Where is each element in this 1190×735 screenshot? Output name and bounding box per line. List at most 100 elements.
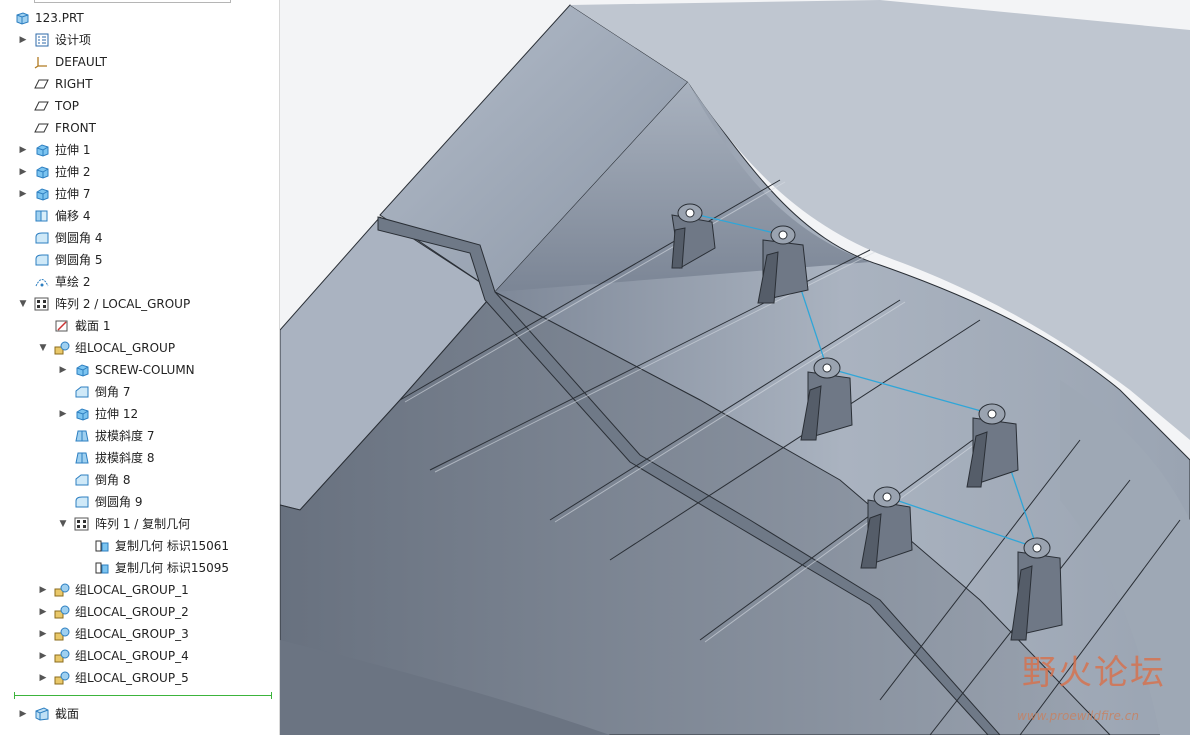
tree-item[interactable]: 倒圆角 9 — [0, 492, 279, 512]
tree-item-label: 偏移 4 — [55, 209, 91, 223]
draft-icon — [74, 451, 90, 465]
tree-item[interactable]: RIGHT — [0, 74, 279, 94]
datum-plane-icon — [34, 99, 50, 113]
round-icon — [34, 231, 50, 245]
tree-item[interactable]: 复制几何 标识15061 — [0, 536, 279, 556]
group-icon — [54, 605, 70, 619]
tree-search-input[interactable] — [34, 0, 231, 3]
tree-item[interactable]: ▶ 组LOCAL_GROUP_2 — [0, 602, 279, 622]
chevron-right-icon[interactable]: ▶ — [38, 602, 48, 622]
extrude-icon — [74, 407, 90, 421]
tree-item-label: 拔模斜度 8 — [95, 451, 155, 465]
extrude-icon — [74, 363, 90, 377]
tree-item-label: 拔模斜度 7 — [95, 429, 155, 443]
offset-icon — [34, 209, 50, 223]
chevron-right-icon[interactable]: ▶ — [58, 404, 68, 424]
sketch-icon — [34, 275, 50, 289]
tree-item[interactable]: TOP — [0, 96, 279, 116]
tree-item[interactable]: ▶ 设计项 — [0, 30, 279, 50]
tree-item[interactable]: ▶ 拉伸 2 — [0, 162, 279, 182]
datum-plane-icon — [34, 121, 50, 135]
tree-item[interactable]: 倒圆角 5 — [0, 250, 279, 270]
tree-item[interactable]: ▼ 阵列 1 / 复制几何 — [0, 514, 279, 534]
tree-item[interactable]: 偏移 4 — [0, 206, 279, 226]
tree-item-label: 组LOCAL_GROUP_4 — [75, 649, 189, 663]
tree-item[interactable]: ▶ 拉伸 12 — [0, 404, 279, 424]
chevron-down-icon[interactable]: ▼ — [58, 514, 68, 534]
tree-item-section[interactable]: ▶ 截面 — [0, 704, 279, 724]
tree-item-label: RIGHT — [55, 77, 93, 91]
tree-item[interactable]: ▶ SCREW-COLUMN — [0, 360, 279, 380]
extrude-icon — [34, 143, 50, 157]
part-icon — [14, 11, 30, 25]
extrude-icon — [34, 165, 50, 179]
group-icon — [54, 649, 70, 663]
chevron-right-icon[interactable]: ▶ — [38, 580, 48, 600]
tree-item-label: 阵列 1 / 复制几何 — [95, 517, 191, 531]
tree-item-label: TOP — [55, 99, 80, 113]
tree-item[interactable]: ▶ 拉伸 1 — [0, 140, 279, 160]
tree-item-label: 组LOCAL_GROUP — [75, 341, 176, 355]
draft-icon — [74, 429, 90, 443]
chevron-right-icon[interactable]: ▶ — [58, 360, 68, 380]
tree-item-label: 阵列 2 / LOCAL_GROUP — [55, 297, 191, 311]
chevron-right-icon[interactable]: ▶ — [18, 140, 28, 160]
tree-item-label: 拉伸 7 — [55, 187, 91, 201]
tree-item-label: 草绘 2 — [55, 275, 91, 289]
tree-item[interactable]: DEFAULT — [0, 52, 279, 72]
tree-item[interactable]: 123.PRT — [0, 8, 279, 28]
tree-item[interactable]: 倒角 7 — [0, 382, 279, 402]
tree-item[interactable]: 截面 1 — [0, 316, 279, 336]
tree-item-label: 倒角 8 — [95, 473, 131, 487]
tree-item-label: 123.PRT — [35, 11, 84, 25]
tree-item-label: DEFAULT — [55, 55, 107, 69]
tree-item[interactable]: 拔模斜度 8 — [0, 448, 279, 468]
pattern-icon — [74, 517, 90, 531]
insert-here-marker[interactable] — [14, 692, 272, 699]
chevron-right-icon[interactable]: ▶ — [18, 184, 28, 204]
chevron-right-icon[interactable]: ▶ — [38, 668, 48, 688]
chevron-right-icon[interactable]: ▶ — [18, 162, 28, 182]
part-model-render — [280, 0, 1190, 735]
tree-item[interactable]: ▶ 组LOCAL_GROUP_3 — [0, 624, 279, 644]
tree-item[interactable]: 草绘 2 — [0, 272, 279, 292]
tree-item-label: 倒圆角 9 — [95, 495, 143, 509]
tree-item[interactable]: ▼ 阵列 2 / LOCAL_GROUP — [0, 294, 279, 314]
chevron-right-icon[interactable]: ▶ — [38, 646, 48, 666]
graphics-viewport[interactable]: 野火论坛 www.proewildfire.cn — [280, 0, 1190, 735]
tree-item-label: 组LOCAL_GROUP_5 — [75, 671, 189, 685]
chevron-right-icon[interactable]: ▶ — [38, 624, 48, 644]
tree-item-label: 拉伸 12 — [95, 407, 139, 421]
section-sketch-icon — [54, 319, 70, 333]
tree-item-label: 倒圆角 4 — [55, 231, 103, 245]
tree-item[interactable]: 拔模斜度 7 — [0, 426, 279, 446]
datum-plane-icon — [34, 77, 50, 91]
chamfer-icon — [74, 385, 90, 399]
chevron-right-icon[interactable]: ▶ — [18, 30, 28, 50]
tree-item[interactable]: 复制几何 标识15095 — [0, 558, 279, 578]
tree-item[interactable]: ▶ 拉伸 7 — [0, 184, 279, 204]
chevron-down-icon[interactable]: ▼ — [38, 338, 48, 358]
coordinate-system-icon — [34, 55, 50, 69]
tree-item[interactable]: 倒角 8 — [0, 470, 279, 490]
tree-item-label: 复制几何 标识15095 — [115, 561, 229, 575]
tree-item-label: 截面 1 — [75, 319, 111, 333]
tree-item[interactable]: ▶ 组LOCAL_GROUP_5 — [0, 668, 279, 688]
tree-item-label: 截面 — [55, 707, 80, 721]
tree-item-label: SCREW-COLUMN — [95, 363, 195, 377]
tree-item-label: 倒圆角 5 — [55, 253, 103, 267]
watermark-url: www.proewildfire.cn — [1017, 709, 1139, 723]
tree-item[interactable]: ▼ 组LOCAL_GROUP — [0, 338, 279, 358]
tree-item[interactable]: ▶ 组LOCAL_GROUP_4 — [0, 646, 279, 666]
watermark-logo: 野火论坛 www.proewildfire.cn — [1017, 645, 1166, 723]
tree-item[interactable]: 倒圆角 4 — [0, 228, 279, 248]
design-items-icon — [34, 33, 50, 47]
tree-item[interactable]: ▶ 组LOCAL_GROUP_1 — [0, 580, 279, 600]
chamfer-icon — [74, 473, 90, 487]
copy-geometry-icon — [94, 561, 110, 575]
tree-item[interactable]: FRONT — [0, 118, 279, 138]
chevron-right-icon[interactable]: ▶ — [18, 704, 28, 724]
chevron-down-icon[interactable]: ▼ — [18, 294, 28, 314]
section-icon — [34, 707, 50, 721]
watermark-title: 野火论坛 — [1022, 653, 1166, 693]
